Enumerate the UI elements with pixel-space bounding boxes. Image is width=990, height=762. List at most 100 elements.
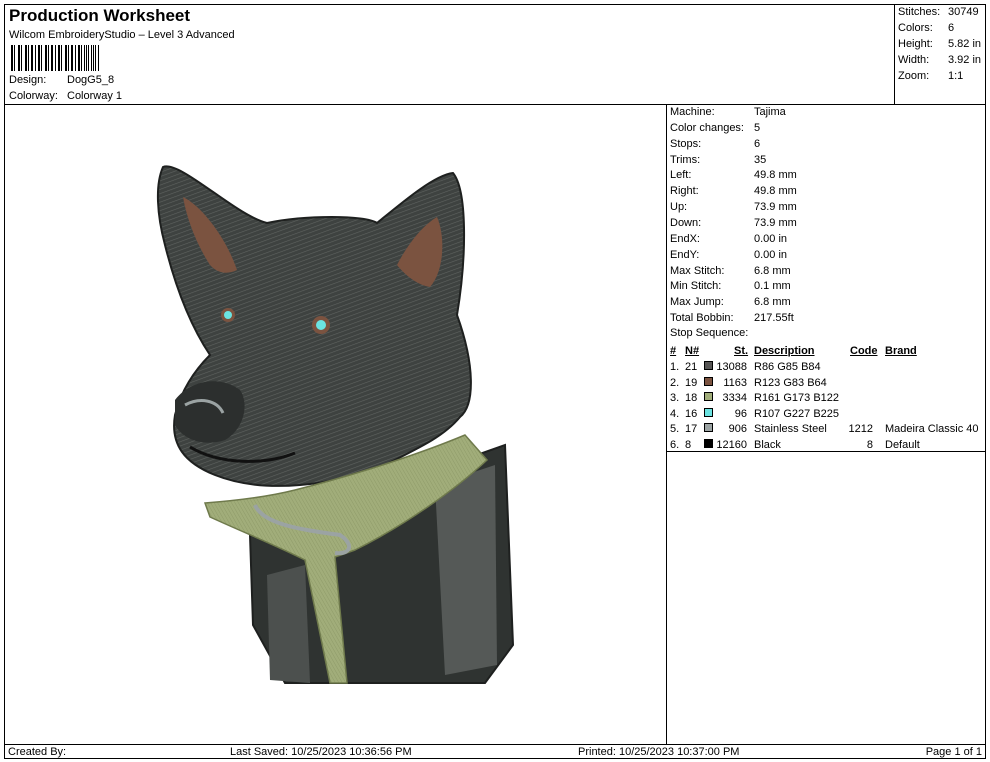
col-header-num: # [670,345,677,357]
embroidery-dog-image [156,165,515,684]
info-label: Stops: [670,137,702,150]
worksheet-title: Production Worksheet [9,6,191,25]
design-preview [4,104,667,745]
col-header-stitches: St. [734,345,749,357]
info-value: 73.9 mm [754,201,797,214]
col-header-description: Description [754,345,815,357]
software-name: Wilcom EmbroideryStudio – Level 3 Advanc… [9,29,235,41]
info-value: 0.00 in [754,232,788,245]
info-label: Color changes: [670,121,744,134]
stop-row: 3. 18 3334 R161 G173 B122 [667,392,985,407]
table-end-line [667,451,985,452]
printed-date: Printed: 10/25/2023 10:37:00 PM [578,746,740,758]
color-swatch [704,392,713,402]
info-row: Stops: 6 [670,138,760,150]
stop-needle: 16 [685,407,698,420]
col-header-needle: N# [685,345,700,357]
last-saved: Last Saved: 10/25/2023 10:36:56 PM [230,746,412,758]
color-swatch [704,423,713,433]
info-label: Up: [670,201,688,214]
created-by: Created By: [8,746,67,758]
stat-value: 3.92 in [948,54,982,66]
info-label: Left: [670,169,692,182]
info-value: 217.55ft [754,312,794,325]
info-row: EndX: 0.00 in [670,233,787,245]
info-label: EndX: [670,232,700,245]
info-value: 6.8 mm [754,296,791,309]
colorway-row: Colorway: Colorway 1 [9,90,122,102]
stop-num: 6. [670,439,680,451]
stop-stitches: 906 [728,423,747,436]
info-row: Max Jump: 6.8 mm [670,296,791,308]
stat-colors: Colors: 6 [898,22,954,34]
info-row: Trims: 35 [670,154,766,166]
stop-code: 1212 [848,423,873,436]
color-swatch [704,407,713,417]
color-swatch [704,361,713,370]
info-label: Down: [670,216,702,229]
stop-stitches: 96 [734,407,747,420]
worksheet-header: Production Worksheet Wilcom EmbroiderySt… [4,4,895,105]
color-swatch [704,376,713,386]
stop-num: 3. [670,392,680,405]
color-swatch [704,439,713,448]
stop-brand: Default [885,439,920,451]
info-row: Right: 49.8 mm [670,185,797,197]
info-row: Machine: Tajima [670,106,786,118]
stop-num: 1. [670,361,680,373]
info-value: 6 [754,137,761,150]
stat-label: Stitches: [898,6,941,18]
stop-needle: 17 [685,423,698,436]
stop-num: 5. [670,423,680,436]
info-row: Down: 73.9 mm [670,217,797,229]
stop-description: Stainless Steel [754,423,827,436]
stat-label: Colors: [898,22,933,34]
stop-needle: 8 [685,439,692,451]
stop-description: Black [754,439,781,451]
info-row: Total Bobbin: 217.55ft [670,312,794,324]
info-value: 49.8 mm [754,169,797,182]
stop-row: 2. 19 1163 R123 G83 B64 [667,376,985,392]
stop-stitches: 12160 [716,439,747,451]
info-row: Color changes: 5 [670,122,760,134]
info-label: Trims: [670,153,701,166]
stop-needle: 21 [685,361,698,373]
info-label: Max Jump: [670,296,724,309]
stat-label: Zoom: [898,70,930,82]
info-value: 0.00 in [754,248,788,261]
col-header-code: Code [850,345,878,357]
info-row: Max Stitch: 6.8 mm [670,265,791,277]
stat-label: Width: [898,54,930,66]
info-label: Min Stitch: [670,280,722,293]
stop-needle: 19 [685,376,698,389]
info-value: 5 [754,121,761,134]
stop-num: 2. [670,376,680,389]
stop-description: R86 G85 B84 [754,361,821,373]
stat-width: Width: 3.92 in [898,54,981,66]
stop-row: 1. 21 13088 R86 G85 B84 [667,361,985,376]
stop-description: R161 G173 B122 [754,392,840,405]
stop-sequence-title: Stop Sequence: [670,327,749,339]
stop-description: R123 G83 B64 [754,376,827,389]
stop-num: 4. [670,407,680,420]
stop-row: 5. 17 906 Stainless Steel 1212 Madeira Classi… [667,423,985,438]
worksheet-footer: Created By: Last Saved: 10/25/2023 10:36… [4,744,986,759]
stat-label: Height: [898,38,933,50]
stop-stitches: 3334 [722,392,747,405]
info-row: EndY: 0.00 in [670,249,787,261]
info-label: Right: [670,185,699,198]
stat-value: 30749 [948,6,979,18]
colorway-label: Colorway: [9,90,58,102]
design-label: Design: [9,74,47,86]
colorway-value: Colorway 1 [67,90,123,102]
col-header-brand: Brand [885,345,917,357]
info-value: 73.9 mm [754,216,797,229]
info-value: 6.8 mm [754,264,791,277]
info-row: Up: 73.9 mm [670,201,797,213]
stat-stitches: Stitches: 30749 [898,6,979,18]
design-row: Design: DogG5_8 [9,74,114,86]
info-label: Machine: [670,106,715,118]
info-value: 35 [754,153,767,166]
stat-zoom: Zoom: 1:1 [898,70,963,82]
stop-description: R107 G227 B225 [754,407,840,420]
